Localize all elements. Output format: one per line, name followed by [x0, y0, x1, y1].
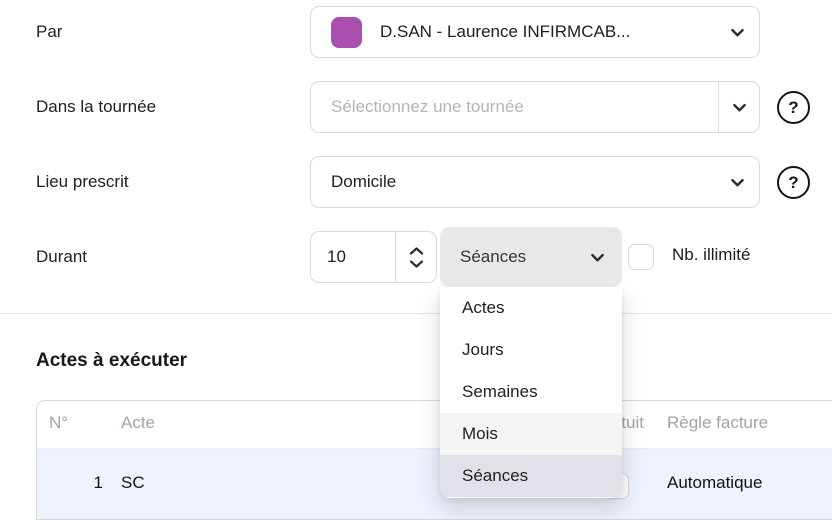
col-header-acte: Acte	[121, 413, 155, 433]
section-title: Actes à exécuter	[36, 350, 187, 372]
menu-option-semaines[interactable]: Semaines	[440, 371, 622, 413]
lieu-label: Lieu prescrit	[36, 170, 129, 194]
menu-option-jours[interactable]: Jours	[440, 329, 622, 371]
chevron-up-icon[interactable]	[409, 246, 424, 256]
row-num: 1	[49, 473, 103, 493]
durant-count-input[interactable]	[311, 232, 395, 282]
durant-unit-select[interactable]: Séances	[440, 227, 622, 287]
lieu-select-value: Domicile	[331, 172, 729, 192]
par-select-value: D.SAN - Laurence INFIRMCAB...	[380, 22, 729, 42]
lieu-select[interactable]: Domicile	[310, 156, 760, 208]
number-stepper	[395, 232, 436, 282]
tournee-select[interactable]: Sélectionnez une tournée	[310, 81, 760, 133]
unlimited-checkbox[interactable]	[628, 244, 654, 270]
menu-option-mois[interactable]: Mois	[440, 413, 622, 455]
chevron-down-icon	[589, 249, 606, 266]
actes-table: N° Acte Gratuit Règle facture 1 SC Autom…	[36, 400, 832, 520]
table-row[interactable]: 1 SC Automatique	[37, 449, 832, 519]
question-mark-glyph: ?	[788, 173, 798, 193]
unit-dropdown-menu: Actes Jours Semaines Mois Séances	[440, 287, 622, 498]
row-regle: Automatique	[667, 473, 762, 493]
tournee-select-placeholder: Sélectionnez une tournée	[331, 97, 718, 117]
tournee-help-icon[interactable]: ?	[777, 91, 810, 124]
chevron-down-icon[interactable]	[409, 259, 424, 269]
menu-option-seances[interactable]: Séances	[440, 455, 622, 497]
menu-option-actes[interactable]: Actes	[440, 287, 622, 329]
section-divider	[0, 313, 832, 314]
col-header-num: N°	[49, 413, 68, 433]
par-label: Par	[36, 20, 62, 44]
chevron-down-icon	[729, 174, 746, 191]
lieu-help-icon[interactable]: ?	[777, 166, 810, 199]
chevron-down-icon	[718, 82, 759, 132]
durant-unit-value: Séances	[460, 247, 589, 267]
par-select[interactable]: D.SAN - Laurence INFIRMCAB...	[310, 6, 760, 58]
question-mark-glyph: ?	[788, 98, 798, 118]
chevron-down-icon	[729, 24, 746, 41]
tournee-label: Dans la tournée	[36, 95, 156, 119]
row-acte: SC	[121, 473, 145, 493]
color-swatch-icon	[331, 17, 362, 48]
durant-label: Durant	[36, 245, 87, 269]
col-header-regle: Règle facture	[667, 413, 768, 433]
unlimited-label: Nb. illimité	[672, 245, 750, 265]
table-header-row: N° Acte Gratuit Règle facture	[37, 401, 832, 449]
durant-count-box	[310, 231, 437, 283]
